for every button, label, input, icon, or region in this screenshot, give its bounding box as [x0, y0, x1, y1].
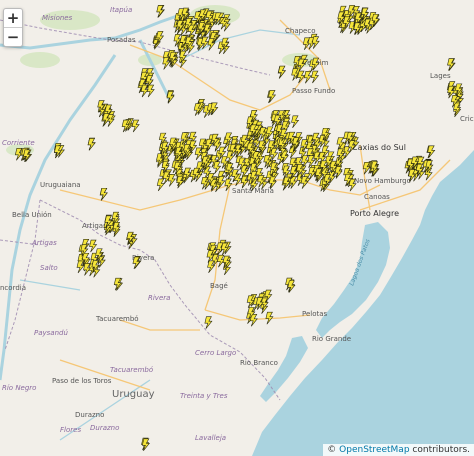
lightning-icon[interactable] — [76, 260, 85, 274]
lightning-icon[interactable] — [240, 175, 249, 189]
lightning-icon[interactable] — [289, 176, 298, 189]
lightning-icon[interactable] — [99, 187, 108, 201]
lightning-icon[interactable] — [278, 65, 287, 79]
copyright-symbol: © — [327, 445, 337, 455]
lightning-icon[interactable] — [146, 84, 155, 98]
osm-link[interactable]: OpenStreetMap — [339, 445, 409, 455]
attribution-suffix: contributors. — [409, 445, 470, 455]
lightning-icon[interactable] — [87, 138, 96, 151]
lightning-icon[interactable] — [207, 260, 216, 274]
lightning-icon[interactable] — [297, 70, 306, 84]
lightning-icon[interactable] — [83, 263, 92, 276]
lightning-icon[interactable] — [311, 36, 320, 49]
lightning-icon[interactable] — [167, 174, 176, 187]
lightning-icon[interactable] — [270, 148, 279, 161]
lightning-markers — [14, 5, 464, 451]
lightning-icon[interactable] — [131, 119, 140, 133]
lightning-icon[interactable] — [89, 239, 98, 253]
zoom-out-button[interactable]: − — [4, 27, 22, 46]
lightning-icon[interactable] — [224, 178, 233, 192]
lightning-icon[interactable] — [250, 178, 259, 192]
lightning-icon[interactable] — [204, 316, 213, 329]
attribution: © OpenStreetMap contributors. — [323, 444, 474, 456]
lightning-icon[interactable] — [265, 311, 274, 325]
lightning-icon[interactable] — [311, 70, 320, 84]
lightning-icon[interactable] — [201, 36, 210, 50]
zoom-control: + − — [3, 8, 23, 47]
lightning-icon[interactable] — [291, 115, 300, 129]
lightning-icon[interactable] — [348, 178, 357, 192]
lightning-icon[interactable] — [156, 178, 165, 192]
lightning-icon[interactable] — [303, 70, 312, 84]
zoom-in-button[interactable]: + — [4, 9, 22, 27]
map-container[interactable]: Posadas Chapeco Erechim Passo Fundo Lage… — [0, 0, 474, 456]
